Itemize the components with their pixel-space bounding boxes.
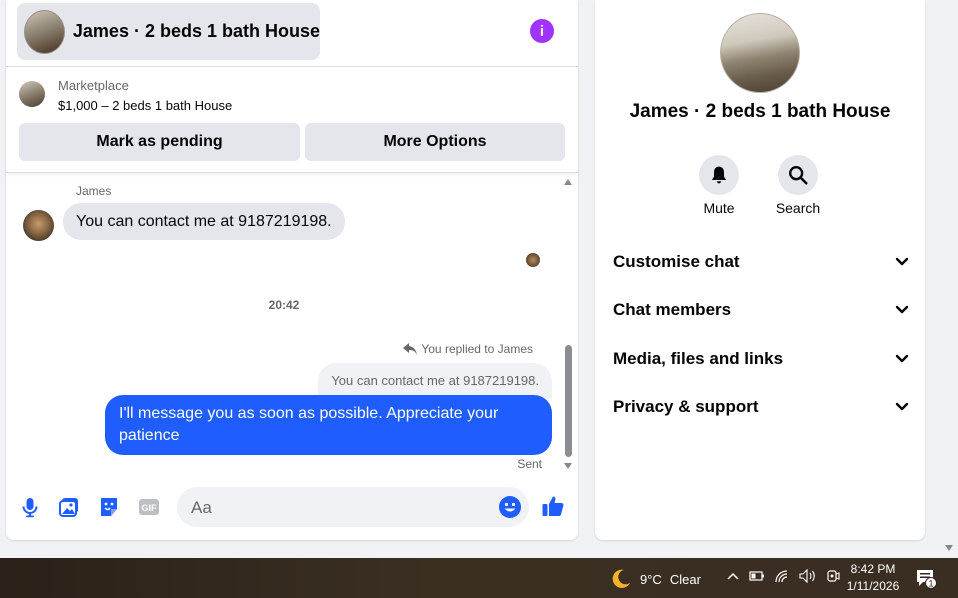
replied-to-text: You replied to James — [421, 342, 533, 356]
page-scrollbar[interactable] — [941, 0, 958, 558]
section-label: Customise chat — [613, 252, 740, 271]
scroll-down-arrow[interactable] — [564, 463, 572, 469]
page-scroll-down-arrow[interactable] — [945, 545, 953, 551]
conversation-title-button[interactable]: James · 2 beds 1 bath House — [17, 3, 320, 60]
scroll-up-arrow[interactable] — [564, 179, 572, 185]
reply-indicator: You replied to James — [403, 342, 533, 356]
message-status: Sent — [517, 457, 542, 471]
section-privacy-support[interactable]: Privacy & support — [613, 392, 909, 422]
read-receipt-avatar — [526, 253, 540, 267]
bell-icon[interactable] — [699, 155, 739, 195]
sender-avatar[interactable] — [23, 210, 54, 241]
chevron-down-icon — [895, 354, 909, 363]
notification-count: 1 — [928, 579, 933, 589]
mute-label: Mute — [703, 200, 735, 216]
sender-name: James — [76, 184, 112, 198]
more-options-button[interactable]: More Options — [305, 123, 565, 161]
wifi-icon[interactable] — [774, 569, 790, 583]
section-media-files-links[interactable]: Media, files and links — [613, 344, 909, 374]
marketplace-listing-card: Marketplace $1,000 – 2 beds 1 bath House… — [6, 67, 578, 173]
notification-center[interactable]: 1 — [916, 569, 938, 592]
section-label: Media, files and links — [613, 349, 784, 368]
mark-as-pending-button[interactable]: Mark as pending — [19, 123, 300, 161]
listing-price-title[interactable]: $1,000 – 2 beds 1 bath House — [58, 98, 232, 113]
weather-widget[interactable]: 9°C Clear — [610, 568, 701, 590]
listing-thumbnail[interactable] — [19, 81, 45, 107]
weather-temperature: 9°C — [640, 571, 662, 587]
reply-arrow-icon — [403, 343, 418, 355]
taskbar-clock[interactable]: 8:42 PM 1/11/2026 — [842, 561, 904, 595]
conversation-info-panel: James · 2 beds 1 bath House Mute Search … — [595, 0, 925, 540]
search-action[interactable]: Search — [768, 155, 828, 216]
chat-header: James · 2 beds 1 bath House i — [6, 0, 578, 67]
message-scrollbar[interactable] — [563, 177, 573, 471]
sticker-icon[interactable] — [97, 495, 121, 519]
message-input[interactable]: Aa — [177, 487, 529, 527]
clock-time: 8:42 PM — [850, 562, 896, 576]
chat-panel: James · 2 beds 1 bath House i Marketplac… — [6, 0, 578, 540]
clock-date: 1/11/2026 — [846, 579, 900, 593]
info-panel-title: James · 2 beds 1 bath House — [629, 101, 891, 122]
chevron-up-icon[interactable] — [726, 569, 740, 583]
section-label: Chat members — [613, 300, 732, 319]
incoming-message[interactable]: You can contact me at 9187219198. — [63, 203, 345, 240]
section-label: Privacy & support — [613, 397, 759, 416]
windows-taskbar: 9°C Clear 8:42 PM 1/11/2026 1 — [0, 558, 958, 598]
conversation-title: James · 2 beds 1 bath House — [72, 21, 320, 41]
mute-action[interactable]: Mute — [689, 155, 749, 216]
quoted-message[interactable]: You can contact me at 9187219198. — [318, 363, 552, 399]
search-label: Search — [775, 200, 821, 216]
image-icon[interactable] — [57, 495, 81, 519]
conversation-avatar[interactable] — [720, 13, 800, 93]
outgoing-message[interactable]: I'll message you as soon as possible. Ap… — [105, 395, 552, 455]
time-separator: 20:42 — [268, 298, 300, 312]
thumbs-up-icon[interactable] — [541, 494, 565, 518]
speaker-icon[interactable] — [799, 569, 817, 583]
notification-icon[interactable]: 1 — [916, 569, 938, 589]
gif-icon[interactable]: GIF — [137, 495, 161, 519]
listing-avatar — [24, 9, 65, 54]
emoji-icon[interactable] — [498, 495, 522, 519]
svg-text:GIF: GIF — [142, 503, 158, 513]
listing-label: Marketplace — [58, 78, 129, 93]
search-icon[interactable] — [778, 155, 818, 195]
scroll-thumb[interactable] — [565, 345, 572, 457]
battery-icon[interactable] — [749, 569, 765, 583]
camera-privacy-icon[interactable] — [826, 569, 840, 583]
microphone-icon[interactable] — [18, 495, 42, 519]
message-list: James You can contact me at 9187219198. … — [6, 174, 578, 474]
system-tray — [726, 569, 840, 583]
section-customise-chat[interactable]: Customise chat — [613, 247, 909, 277]
section-chat-members[interactable]: Chat members — [613, 295, 909, 325]
message-input-placeholder: Aa — [191, 498, 212, 517]
info-icon[interactable]: i — [530, 19, 554, 43]
message-composer: GIF Aa — [6, 482, 578, 532]
chevron-down-icon — [895, 257, 909, 266]
chevron-down-icon — [895, 305, 909, 314]
moon-icon — [612, 569, 631, 588]
chevron-down-icon — [895, 402, 909, 411]
weather-description: Clear — [669, 571, 701, 587]
